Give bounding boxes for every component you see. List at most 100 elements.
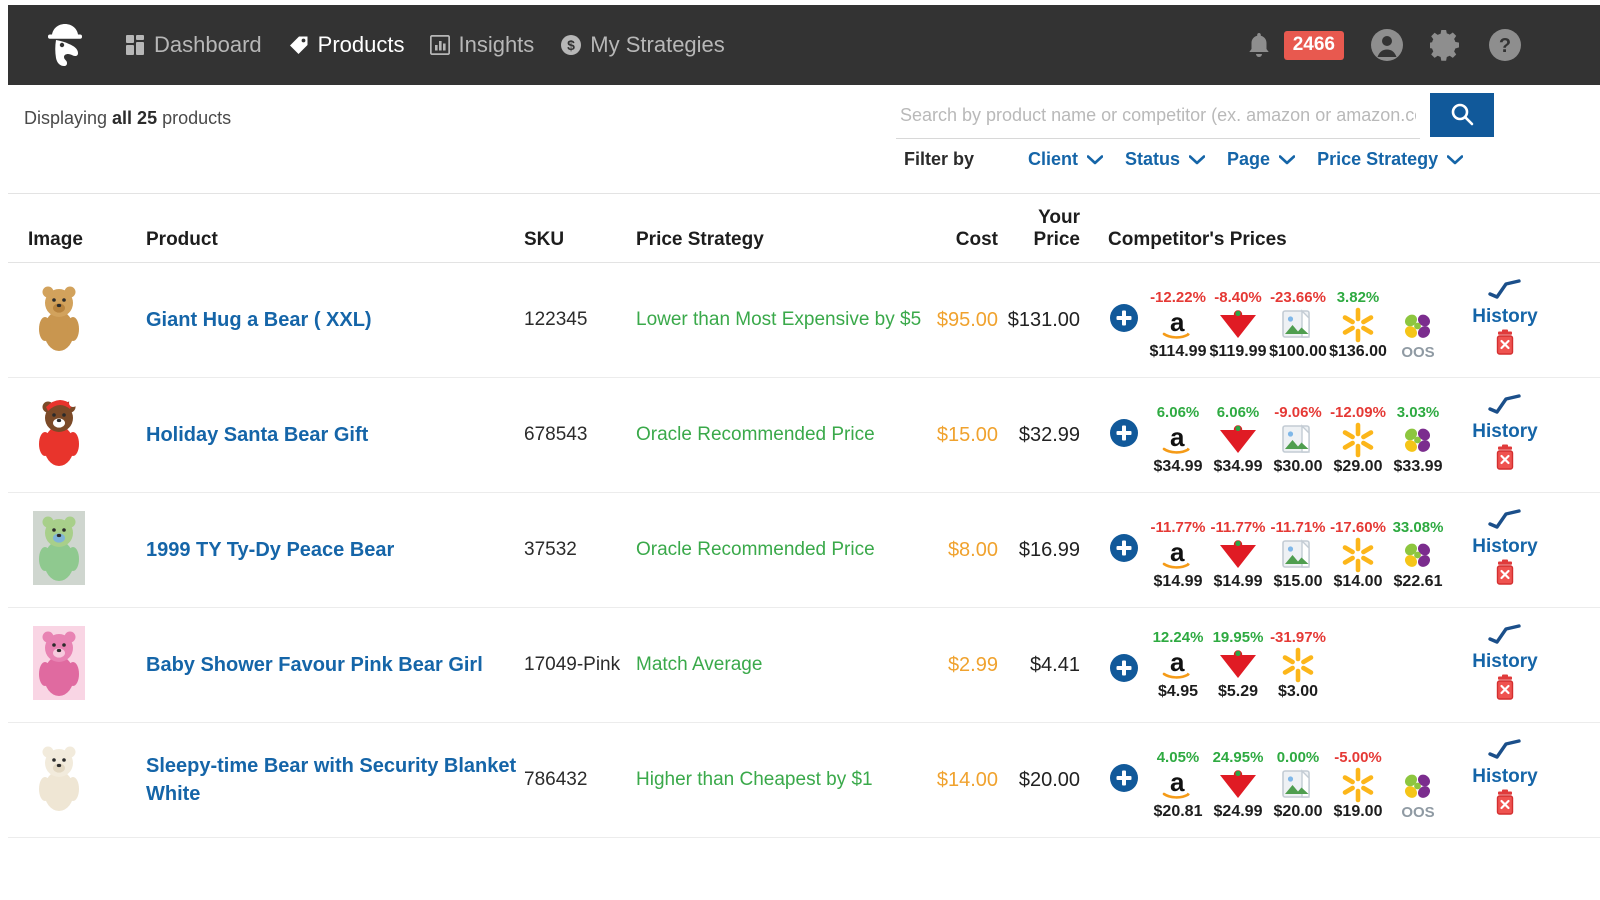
history-link[interactable]: History bbox=[1472, 306, 1537, 328]
search-icon bbox=[1449, 101, 1475, 130]
line-chart-icon[interactable] bbox=[1488, 393, 1522, 420]
add-competitor-button[interactable] bbox=[1108, 509, 1140, 569]
line-chart-icon[interactable] bbox=[1488, 278, 1522, 305]
add-competitor-button[interactable] bbox=[1108, 279, 1140, 339]
delete-trash-icon[interactable] bbox=[1492, 329, 1518, 362]
product-name-link[interactable]: 1999 TY Ty-Dy Peace Bear bbox=[146, 539, 394, 561]
teddy-bear-tiedye-photo bbox=[29, 511, 89, 589]
history-link[interactable]: History bbox=[1472, 536, 1537, 558]
red-triangle-competitor-icon[interactable] bbox=[1216, 537, 1260, 573]
nav-label-products: Products bbox=[317, 32, 405, 57]
help-circle-icon[interactable]: ? bbox=[1488, 28, 1522, 62]
filter-price-strategy[interactable]: Price Strategy bbox=[1317, 149, 1464, 170]
svg-text:a: a bbox=[1170, 422, 1185, 452]
competitor-price-delta-pct: 6.06% bbox=[1156, 404, 1200, 421]
price-strategy-link[interactable]: Higher than Cheapest by $1 bbox=[636, 769, 873, 790]
product-sku-cell: 122345 bbox=[524, 307, 636, 334]
competitor-price-value: $114.99 bbox=[1149, 343, 1207, 360]
delete-trash-icon[interactable] bbox=[1492, 559, 1518, 592]
walmart-spark-icon[interactable] bbox=[1338, 767, 1378, 803]
red-triangle-competitor-icon[interactable] bbox=[1216, 767, 1260, 803]
account-circle-icon[interactable] bbox=[1370, 28, 1404, 62]
amazon-logo-icon[interactable]: a bbox=[1158, 647, 1198, 683]
competitor-target: -11.77% $14.99 bbox=[1208, 519, 1268, 591]
broken-image-placeholder-icon[interactable] bbox=[1280, 422, 1316, 458]
walmart-spark-icon[interactable] bbox=[1338, 307, 1378, 343]
cost-cell: $95.00 bbox=[926, 309, 998, 332]
broken-image-placeholder-icon[interactable] bbox=[1280, 307, 1316, 343]
price-strategy-link[interactable]: Oracle Recommended Price bbox=[636, 539, 875, 560]
bell-icon[interactable] bbox=[1246, 31, 1272, 59]
add-competitor-button[interactable] bbox=[1108, 394, 1140, 454]
history-link[interactable]: History bbox=[1472, 651, 1537, 673]
filter-price-strategy-label: Price Strategy bbox=[1317, 149, 1439, 169]
cost-cell: $15.00 bbox=[926, 424, 998, 447]
product-name-link[interactable]: Holiday Santa Bear Gift bbox=[146, 424, 368, 446]
walmart-spark-icon[interactable] bbox=[1338, 422, 1378, 458]
walmart-spark-icon[interactable] bbox=[1278, 647, 1318, 683]
notification-count-badge[interactable]: 2466 bbox=[1283, 30, 1344, 60]
competitor-price-delta-pct: 0.00% bbox=[1276, 749, 1320, 766]
nav-label-my-strategies: My Strategies bbox=[590, 32, 725, 57]
price-strategy-link[interactable]: Match Average bbox=[636, 654, 762, 675]
price-strategy-link[interactable]: Oracle Recommended Price bbox=[636, 424, 875, 445]
competitor-broken-image: -9.06% $30.00 bbox=[1268, 394, 1328, 476]
teddy-bear-tan-photo bbox=[29, 281, 89, 359]
history-link[interactable]: History bbox=[1472, 421, 1537, 443]
line-chart-icon[interactable] bbox=[1488, 738, 1522, 765]
red-triangle-competitor-icon[interactable] bbox=[1216, 647, 1260, 683]
nav-item-dashboard[interactable]: Dashboard bbox=[126, 32, 262, 58]
add-competitor-button[interactable] bbox=[1108, 629, 1140, 689]
amazon-logo-icon[interactable]: a bbox=[1158, 537, 1198, 573]
line-chart-icon[interactable] bbox=[1488, 623, 1522, 650]
competitor-price-delta-pct: -8.40% bbox=[1214, 289, 1262, 306]
product-name-link[interactable]: Giant Hug a Bear ( XXL) bbox=[146, 309, 372, 331]
search-input[interactable] bbox=[896, 93, 1420, 139]
competitor-price-value: $34.99 bbox=[1213, 458, 1263, 475]
cost-value: $2.99 bbox=[947, 653, 998, 676]
amazon-logo-icon[interactable]: a bbox=[1158, 767, 1198, 803]
price-strategy-link[interactable]: Lower than Most Expensive by $5 bbox=[636, 309, 921, 330]
red-triangle-competitor-icon[interactable] bbox=[1216, 307, 1260, 343]
history-link[interactable]: History bbox=[1472, 766, 1537, 788]
competitor-price-delta-pct: -9.06% bbox=[1274, 404, 1322, 421]
competitor-amazon: -11.77% a $14.99 bbox=[1148, 519, 1208, 591]
app-logo[interactable] bbox=[8, 18, 108, 72]
filter-page[interactable]: Page bbox=[1227, 149, 1296, 170]
competitor-price-value: $30.00 bbox=[1273, 458, 1323, 475]
gear-icon[interactable] bbox=[1430, 29, 1462, 61]
product-sku-cell: 17049-Pink bbox=[524, 652, 636, 679]
competitor-walmart: -5.00% $19.00 bbox=[1328, 749, 1388, 821]
chevron-down-icon bbox=[1188, 149, 1206, 170]
table-body: Giant Hug a Bear ( XXL) 122345 Lower than … bbox=[8, 263, 1600, 838]
price-strategy-cell: Match Average bbox=[636, 652, 926, 678]
delete-trash-icon[interactable] bbox=[1492, 444, 1518, 477]
competitor-amazon: 6.06% a $34.99 bbox=[1148, 404, 1208, 476]
filter-client[interactable]: Client bbox=[1028, 149, 1104, 170]
your-price-cell: $32.99 bbox=[998, 424, 1090, 447]
search-button[interactable] bbox=[1430, 93, 1494, 137]
broken-image-placeholder-icon[interactable] bbox=[1280, 537, 1316, 573]
competitor-price-delta-pct: 4.05% bbox=[1156, 749, 1200, 766]
filter-status[interactable]: Status bbox=[1125, 149, 1206, 170]
red-triangle-competitor-icon[interactable] bbox=[1216, 422, 1260, 458]
walmart-spark-icon[interactable] bbox=[1338, 537, 1378, 573]
chevron-down-icon bbox=[1446, 149, 1464, 170]
delete-trash-icon[interactable] bbox=[1492, 674, 1518, 707]
broken-image-placeholder-icon[interactable] bbox=[1280, 767, 1316, 803]
product-name-link[interactable]: Baby Shower Favour Pink Bear Girl bbox=[146, 654, 483, 676]
line-chart-icon[interactable] bbox=[1488, 508, 1522, 535]
amazon-logo-icon[interactable]: a bbox=[1158, 307, 1198, 343]
cost-value: $95.00 bbox=[936, 308, 998, 331]
nav-item-products[interactable]: Products bbox=[288, 32, 405, 58]
competitor-broken-image: 0.00% $20.00 bbox=[1268, 739, 1328, 821]
filter-page-label: Page bbox=[1227, 149, 1271, 169]
product-name-link[interactable]: Sleepy-time Bear with Security Blanket W… bbox=[146, 755, 516, 805]
nav-item-my-strategies[interactable]: $ My Strategies bbox=[560, 32, 725, 58]
add-competitor-button[interactable] bbox=[1108, 739, 1140, 799]
amazon-logo-icon[interactable]: a bbox=[1158, 422, 1198, 458]
nav-item-insights[interactable]: Insights bbox=[430, 32, 534, 58]
your-price-value: $16.99 bbox=[1018, 538, 1080, 561]
competitor-price-delta-pct: -12.09% bbox=[1330, 404, 1386, 421]
delete-trash-icon[interactable] bbox=[1492, 789, 1518, 822]
